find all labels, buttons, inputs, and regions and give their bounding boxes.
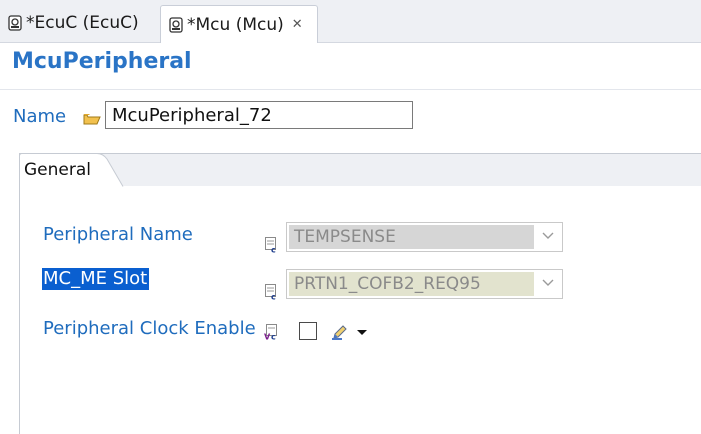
config-vc-icon: V c	[264, 324, 277, 341]
module-icon	[169, 16, 183, 33]
tab-mcu[interactable]: *Mcu (Mcu) ✕	[160, 5, 318, 43]
edit-pencil-dropdown-button[interactable]	[331, 322, 371, 342]
name-input[interactable]	[105, 101, 413, 129]
chevron-down-icon[interactable]	[542, 231, 554, 241]
close-icon[interactable]: ✕	[292, 17, 303, 32]
folder-icon	[83, 114, 101, 125]
page-title: McuPeripheral	[12, 49, 192, 74]
tab-ecuc-label: *EcuC (EcuC)	[26, 13, 139, 33]
edit-pencil-icon	[332, 325, 347, 340]
svg-text:c: c	[271, 293, 276, 301]
title-divider	[0, 89, 701, 90]
editor-tab-bar: *EcuC (EcuC) *Mcu (Mcu) ✕	[0, 0, 701, 43]
tab-general-label: General	[24, 160, 91, 180]
mc-me-slot-label: MC_ME Slot	[42, 268, 150, 290]
peripheral-clock-enable-label: Peripheral Clock Enable	[43, 318, 256, 339]
peripheral-clock-enable-checkbox[interactable]	[299, 322, 317, 340]
tab-mcu-label: *Mcu (Mcu)	[187, 14, 284, 35]
peripheral-name-label: Peripheral Name	[43, 224, 193, 245]
chevron-down-icon[interactable]	[542, 278, 554, 288]
svg-text:V: V	[264, 333, 271, 341]
mc-me-slot-combo[interactable]: PRTN1_COFB2_REQ95	[286, 269, 563, 299]
mc-me-slot-value: PRTN1_COFB2_REQ95	[289, 272, 534, 296]
svg-text:c: c	[271, 246, 276, 254]
svg-text:c: c	[271, 333, 276, 341]
dropdown-arrow-icon	[357, 330, 367, 335]
peripheral-name-combo[interactable]: TEMPSENSE	[286, 222, 563, 252]
config-c-icon: c	[265, 284, 276, 301]
tab-ecuc[interactable]: *EcuC (EcuC)	[0, 5, 160, 41]
module-icon	[8, 15, 22, 31]
peripheral-name-value: TEMPSENSE	[289, 225, 534, 249]
config-c-icon: c	[265, 237, 276, 254]
name-label: Name	[13, 106, 67, 127]
